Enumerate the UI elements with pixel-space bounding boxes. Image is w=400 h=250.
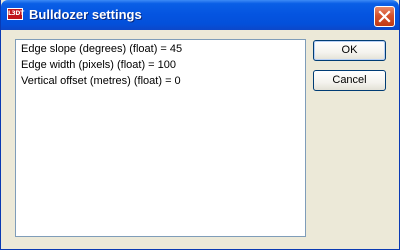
app-icon: L3DT <box>7 8 24 20</box>
title-bar[interactable]: L3DT Bulldozer settings <box>1 0 399 30</box>
list-item[interactable]: Edge width (pixels) (float) = 100 <box>21 59 176 71</box>
ok-button[interactable]: OK <box>313 40 386 61</box>
cancel-button[interactable]: Cancel <box>313 70 386 91</box>
window-title: Bulldozer settings <box>29 7 142 22</box>
settings-listbox[interactable]: Edge slope (degrees) (float) = 45 Edge w… <box>15 39 306 237</box>
dialog-window: L3DT Bulldozer settings Edge slope (degr… <box>0 0 400 250</box>
close-button[interactable] <box>374 6 395 27</box>
list-item[interactable]: Edge slope (degrees) (float) = 45 <box>21 43 182 55</box>
close-icon <box>378 10 391 23</box>
list-item[interactable]: Vertical offset (metres) (float) = 0 <box>21 75 181 87</box>
